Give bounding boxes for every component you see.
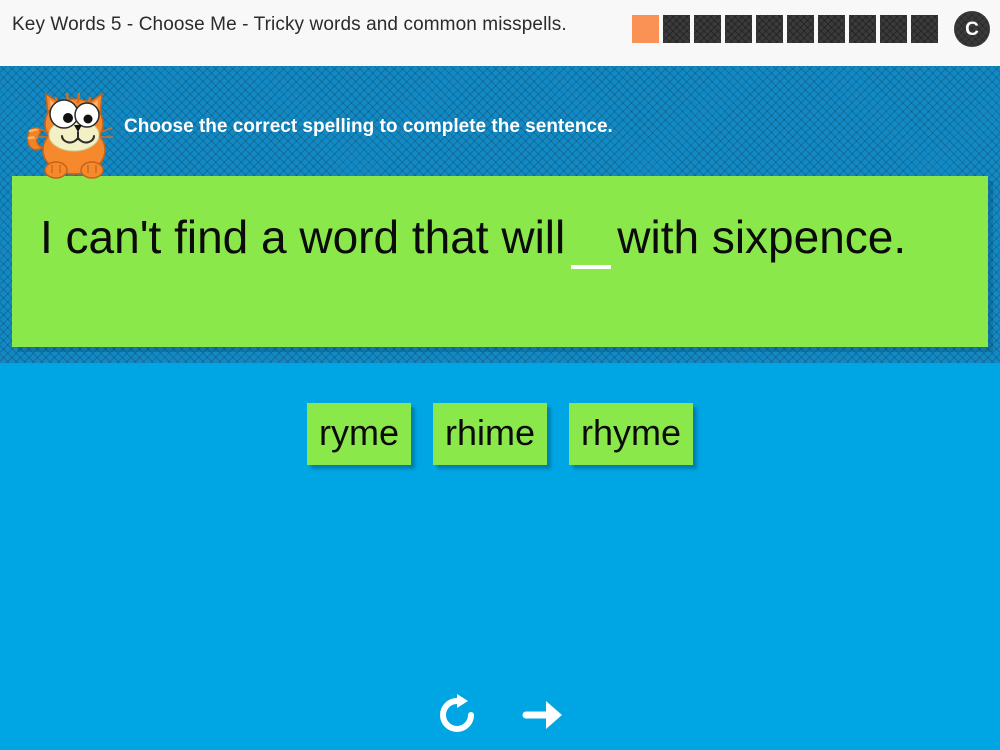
cat-mascot-icon bbox=[22, 78, 126, 182]
next-button[interactable] bbox=[516, 688, 570, 742]
progress-step[interactable] bbox=[632, 15, 659, 43]
answer-option[interactable]: ryme bbox=[307, 403, 411, 465]
progress-step[interactable] bbox=[911, 15, 938, 43]
sentence-before: I can't find a word that will bbox=[40, 211, 565, 263]
arrow-right-icon bbox=[520, 692, 566, 738]
activity-screen: Key Words 5 - Choose Me - Tricky words a… bbox=[0, 0, 1000, 750]
progress-step[interactable] bbox=[849, 15, 876, 43]
progress-step[interactable] bbox=[725, 15, 752, 43]
progress-step[interactable] bbox=[787, 15, 814, 43]
progress-step[interactable] bbox=[880, 15, 907, 43]
replay-button[interactable] bbox=[430, 688, 484, 742]
answer-options: ryme rhime rhyme bbox=[0, 403, 1000, 465]
progress-step[interactable] bbox=[694, 15, 721, 43]
answer-option[interactable]: rhyme bbox=[569, 403, 693, 465]
sentence-panel: I can't find a word that will with sixpen… bbox=[12, 176, 988, 347]
c-badge-label: C bbox=[965, 20, 979, 39]
progress-step[interactable] bbox=[663, 15, 690, 43]
progress-step[interactable] bbox=[818, 15, 845, 43]
progress-tracker bbox=[632, 15, 938, 43]
footer-controls bbox=[0, 688, 1000, 742]
answer-option[interactable]: rhime bbox=[433, 403, 547, 465]
refresh-icon bbox=[434, 692, 480, 738]
c-badge-button[interactable]: C bbox=[954, 11, 990, 47]
sentence-after: with sixpence. bbox=[617, 211, 906, 263]
progress-step[interactable] bbox=[756, 15, 783, 43]
header-bar: Key Words 5 - Choose Me - Tricky words a… bbox=[0, 0, 1000, 66]
sentence-text: I can't find a word that will with sixpen… bbox=[40, 198, 960, 276]
instruction-text: Choose the correct spelling to complete … bbox=[124, 116, 613, 138]
page-title: Key Words 5 - Choose Me - Tricky words a… bbox=[12, 12, 612, 37]
